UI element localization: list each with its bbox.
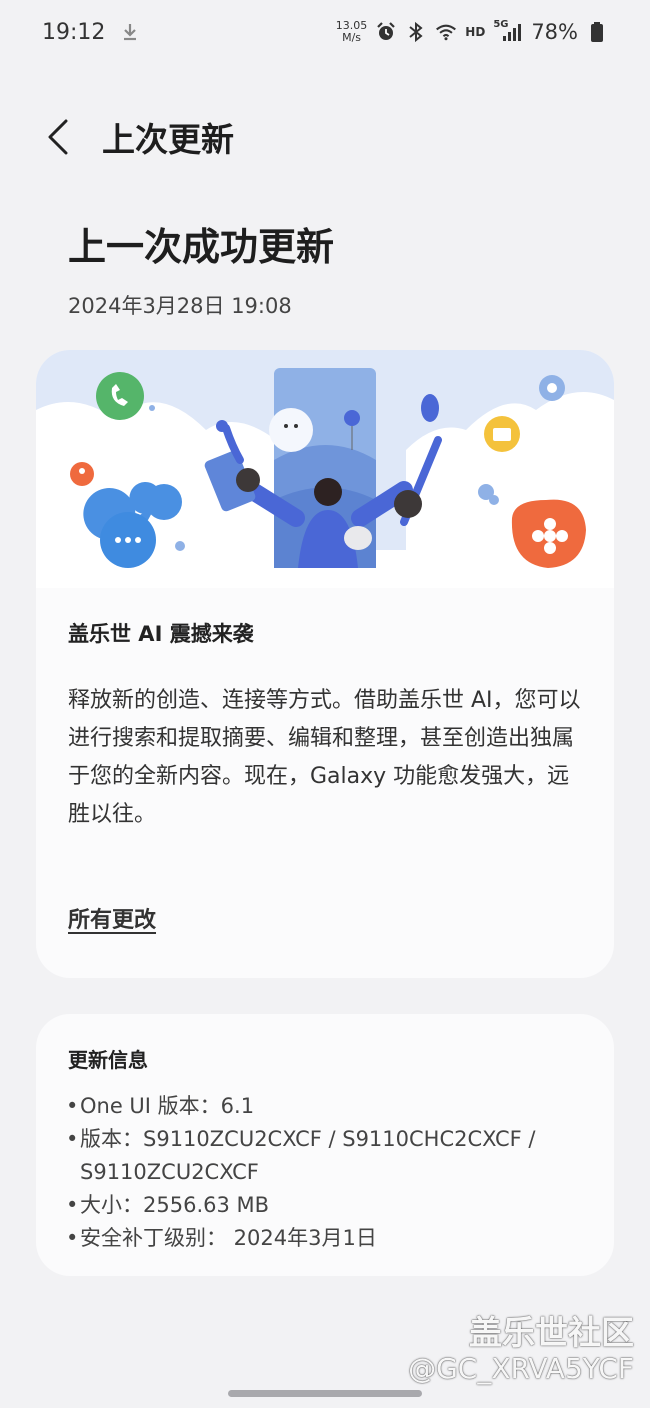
network-speed: 13.05 M/s xyxy=(336,20,368,44)
app-header: 上次更新 xyxy=(0,100,650,174)
hd-label: HD xyxy=(465,25,486,39)
list-item: • 版本：S9110ZCU2CXCF / S9110CHC2CXCF / S91… xyxy=(66,1123,596,1189)
page-title: 上一次成功更新 xyxy=(68,225,335,269)
status-time: 19:12 xyxy=(42,19,106,45)
feature-card: 盖乐世 AI 震撼来袭 释放新的创造、连接等方式。借助盖乐世 AI，您可以进行搜… xyxy=(36,350,614,978)
bluetooth-icon xyxy=(405,21,427,43)
all-changes-link[interactable]: 所有更改 xyxy=(68,902,156,934)
status-left: 19:12 xyxy=(42,20,141,45)
alarm-icon xyxy=(375,21,397,43)
back-button[interactable] xyxy=(28,107,88,167)
cell-signal-icon: 5G xyxy=(493,19,522,43)
header-title: 上次更新 xyxy=(102,120,234,159)
status-bar: 19:12 13.05 M/s HD 5G 78% xyxy=(0,0,650,64)
watermark-community: 盖乐世社区 xyxy=(469,1313,634,1352)
battery-icon xyxy=(586,21,608,43)
bullet: • xyxy=(66,1226,79,1250)
bullet: • xyxy=(66,1094,79,1118)
update-info-card: 更新信息 • One UI 版本：6.1 • 版本：S9110ZCU2CXCF … xyxy=(36,1014,614,1276)
update-info-title: 更新信息 xyxy=(68,1048,148,1072)
home-indicator[interactable] xyxy=(228,1390,422,1397)
galaxy-ai-illustration xyxy=(36,350,614,588)
status-right: 13.05 M/s HD 5G 78% xyxy=(336,19,608,44)
feature-description: 释放新的创造、连接等方式。借助盖乐世 AI，您可以进行搜索和提取摘要、编辑和整理… xyxy=(68,688,581,827)
signal-label: 5G xyxy=(493,19,509,30)
bullet: • xyxy=(66,1193,79,1217)
list-item: • One UI 版本：6.1 xyxy=(66,1090,596,1123)
security-patch-level: 安全补丁级别： 2024年3月1日 xyxy=(80,1226,377,1250)
one-ui-version: One UI 版本：6.1 xyxy=(80,1094,255,1118)
watermark-user-id: @GC_XRVA5YCF xyxy=(408,1352,634,1385)
update-info-list: • One UI 版本：6.1 • 版本：S9110ZCU2CXCF / S91… xyxy=(66,1090,596,1255)
list-item: • 大小：2556.63 MB xyxy=(66,1189,596,1222)
battery-percentage: 78% xyxy=(531,20,578,44)
last-update-date: 2024年3月28日 19:08 xyxy=(68,294,292,318)
update-size: 大小：2556.63 MB xyxy=(80,1193,270,1217)
wifi-icon xyxy=(435,21,457,43)
build-version: 版本：S9110ZCU2CXCF / S9110CHC2CXCF / S9110… xyxy=(80,1127,536,1184)
download-icon xyxy=(119,21,141,43)
feature-title: 盖乐世 AI 震撼来袭 xyxy=(68,622,254,646)
list-item: • 安全补丁级别： 2024年3月1日 xyxy=(66,1222,596,1255)
chevron-left-icon xyxy=(48,119,68,155)
bullet: • xyxy=(66,1127,79,1151)
net-speed-unit: M/s xyxy=(342,31,362,44)
